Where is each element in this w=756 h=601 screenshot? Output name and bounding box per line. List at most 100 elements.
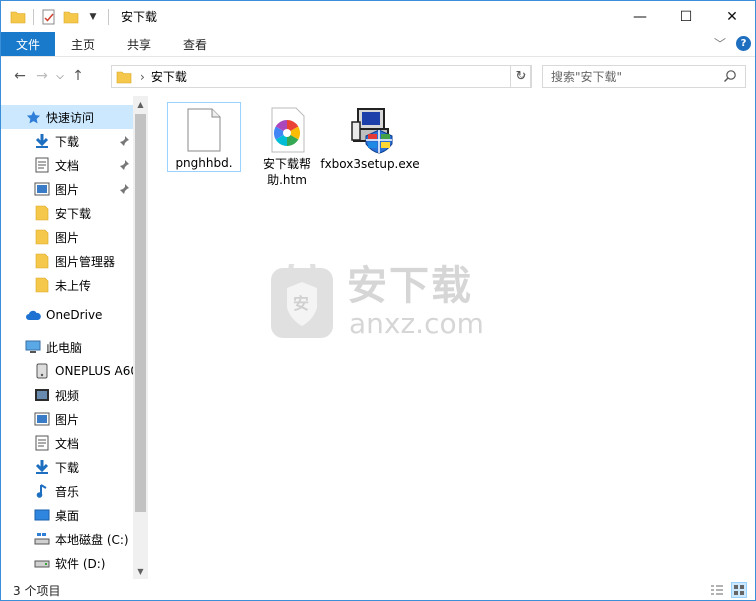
ribbon-tabs: 文件 主页 共享 查看 ﹀ ? [1,32,755,57]
sidebar-item-downloads[interactable]: 下载 [1,129,133,153]
sidebar-item-label: 下载 [55,134,80,149]
sidebar-item-this-pc[interactable]: 此电脑 [1,335,133,359]
sidebar-item-label: 桌面 [55,508,80,523]
help-icon[interactable]: ? [736,36,751,51]
expand-ribbon-icon[interactable]: ﹀ [714,35,726,52]
cloud-icon [25,307,41,323]
recent-locations-button[interactable]: ⌵ [53,65,67,87]
sidebar-item-local-disk-c[interactable]: 本地磁盘 (C:) [1,527,133,551]
window-title: 安下载 [121,10,158,24]
scrollbar-thumb[interactable] [135,114,146,512]
sidebar-item-label: 图片 [55,182,80,197]
tab-share[interactable]: 共享 [111,32,167,56]
forward-button[interactable]: → [31,65,53,87]
file-name: 安下载帮助.htm [262,157,311,187]
picture-icon [34,181,50,197]
sidebar-item-label: 软件 (D:) [55,556,106,571]
sidebar-item-label: 文档 [55,436,80,451]
breadcrumb-separator[interactable]: › [140,70,145,84]
folder-icon [34,253,50,269]
details-view-icon[interactable] [709,582,725,598]
tab-view[interactable]: 查看 [167,32,223,56]
sidebar-item-oneplus[interactable]: ONEPLUS A60 [1,359,138,383]
item-count: 3 个项目 [13,583,61,598]
watermark-badge: 安 [293,294,310,313]
sidebar-item-software-d[interactable]: 软件 (D:) [1,551,133,575]
sidebar-item-anxiazai[interactable]: 安下载 [1,201,133,225]
sidebar-item-videos[interactable]: 视频 [1,383,133,407]
sidebar-item-downloads-pc[interactable]: 下载 [1,455,133,479]
sidebar-item-picture-manager[interactable]: 图片管理器 [1,249,133,273]
folder-icon [34,229,50,245]
sidebar-scrollbar[interactable]: ▲ ▼ [133,96,148,579]
watermark-url: anxz.com [349,307,484,340]
close-button[interactable]: ✕ [709,1,755,32]
sidebar-item-label: 此电脑 [46,340,83,355]
pin-icon[interactable] [119,183,129,197]
sidebar-item-label: 快速访问 [46,110,95,125]
sidebar-item-desktop[interactable]: 桌面 [1,503,133,527]
quick-access-toolbar: ▼ [1,1,115,32]
scroll-up-icon[interactable]: ▲ [133,96,148,112]
search-icon [723,69,737,86]
up-button[interactable]: ↑ [67,65,89,87]
sidebar-item-documents[interactable]: 文档 [1,153,133,177]
sidebar-item-label: 安下载 [55,206,92,221]
address-bar[interactable]: › 安下载 ⌵ [111,65,531,88]
sidebar-item-label: 图片管理器 [55,254,116,269]
file-name: fxbox3setup.exe [320,157,420,171]
large-icons-view-icon[interactable] [731,582,747,598]
file-item[interactable]: fxbox3setup.exe [320,102,420,172]
pin-icon[interactable] [119,135,129,149]
sidebar-item-label: ONEPLUS A60 [55,364,139,378]
breadcrumb-path[interactable]: 安下载 [151,68,187,85]
sidebar-item-pictures-folder[interactable]: 图片 [1,225,133,249]
drive-icon [34,555,50,571]
sidebar-item-label: 文档 [55,158,80,173]
picture-icon [34,411,50,427]
folder-icon [116,70,132,84]
navigation-bar: ← → ⌵ ↑ › 安下载 ⌵ ↻ 搜索"安下载" [1,61,755,91]
file-list: pnghhbd. 安下载帮助.htm fxbox3setup.exe 安 安下载… [151,96,754,579]
blank-file-icon [180,107,228,153]
file-item[interactable]: 安下载帮助.htm [250,102,324,188]
properties-icon[interactable] [40,8,58,26]
computer-icon [25,339,41,355]
refresh-button[interactable]: ↻ [510,65,532,88]
folder-icon [34,205,50,221]
sidebar-item-onedrive[interactable]: OneDrive [1,303,133,327]
tab-file[interactable]: 文件 [1,32,56,56]
sidebar-item-label: 图片 [55,412,80,427]
sidebar-item-documents-pc[interactable]: 文档 [1,431,133,455]
folder-icon [34,277,50,293]
minimize-button[interactable]: — [617,1,663,32]
scroll-down-icon[interactable]: ▼ [133,563,148,579]
download-arrow-icon [34,133,50,149]
document-icon [34,435,50,451]
search-input[interactable]: 搜索"安下载" [542,65,746,88]
sidebar-item-pictures[interactable]: 图片 [1,177,133,201]
sidebar-item-music[interactable]: 音乐 [1,479,133,503]
sidebar-item-label: 图片 [55,230,80,245]
watermark-title: 安下载 [347,263,473,309]
pin-icon[interactable] [119,159,129,173]
sidebar-item-pictures-pc[interactable]: 图片 [1,407,133,431]
sidebar-item-label: 本地磁盘 (C:) [55,532,129,547]
divider [108,8,109,25]
explorer-window: ▼ 安下载 — ☐ ✕ 文件 主页 共享 查看 ﹀ ? ← → ⌵ ↑ › 安下… [0,0,756,601]
maximize-button[interactable]: ☐ [663,1,709,32]
star-icon [25,109,41,125]
sidebar-item-not-uploaded[interactable]: 未上传 [1,273,133,297]
customize-dropdown-icon[interactable]: ▼ [84,8,102,26]
back-button[interactable]: ← [9,65,31,87]
tab-home[interactable]: 主页 [55,32,111,56]
file-name: pnghhbd. [175,156,233,170]
new-folder-icon[interactable] [62,8,80,26]
watermark-logo: 安 安下载 anxz.com [271,255,501,344]
download-arrow-icon [34,459,50,475]
installer-exe-icon [346,106,394,154]
sidebar-item-quick-access[interactable]: 快速访问 [1,105,133,129]
file-item[interactable]: pnghhbd. [167,102,241,172]
navigation-pane: 快速访问 下载 文档 图片 安下载 图片 图片管理器 未上传 OneDrive … [1,96,148,579]
document-icon [34,157,50,173]
